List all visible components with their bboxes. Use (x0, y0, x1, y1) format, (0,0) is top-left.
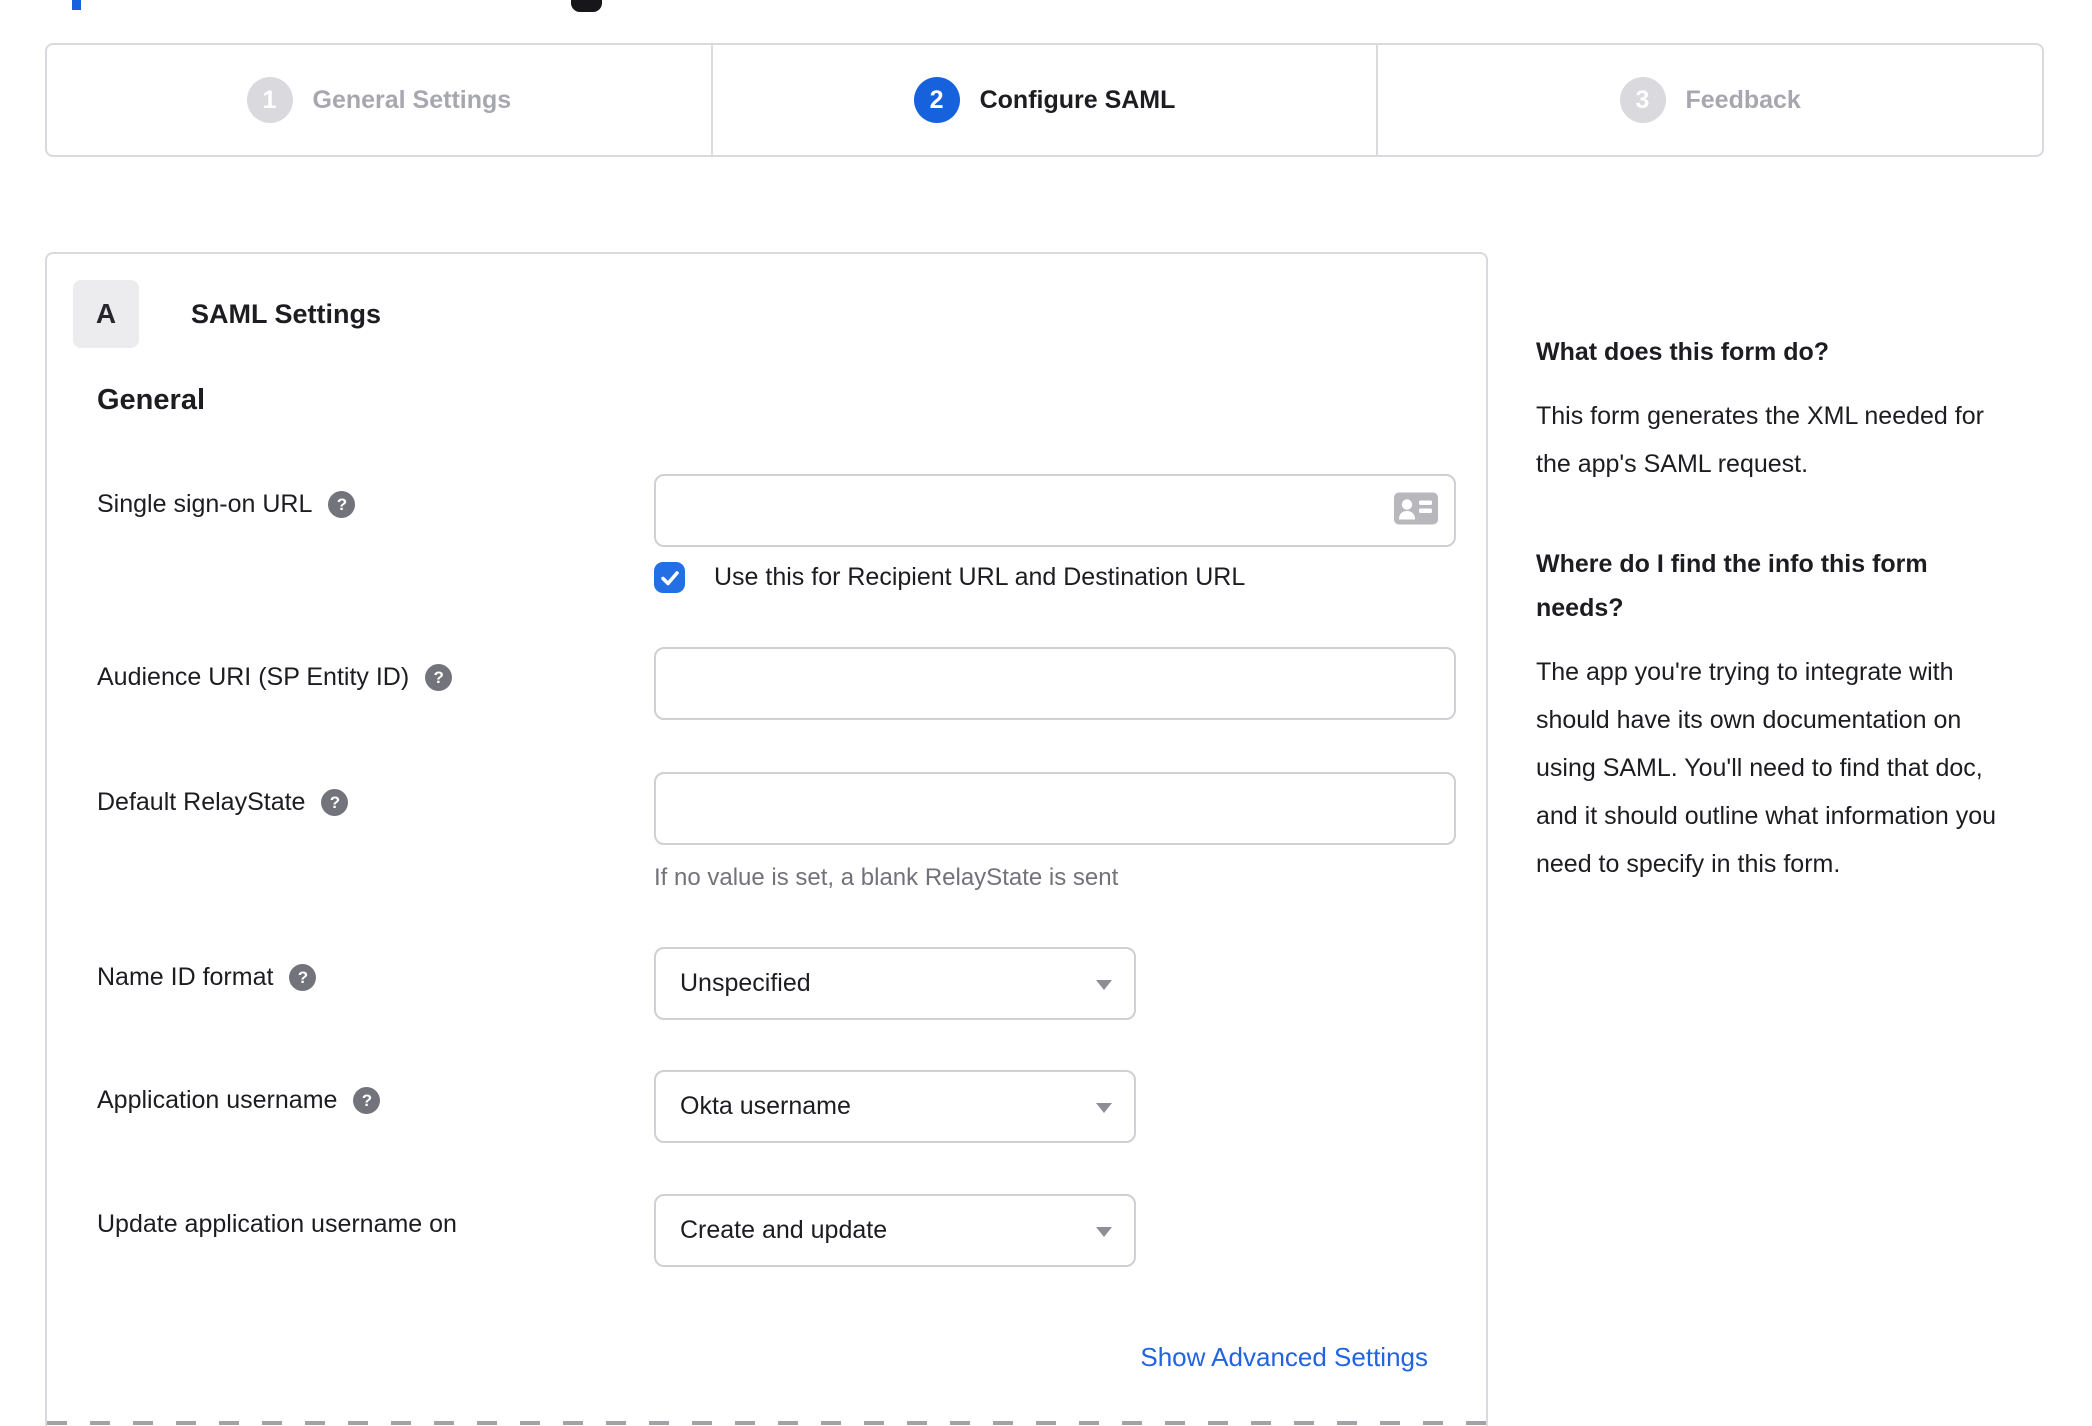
field-row-sso-url: Single sign-on URL ? Use this for Recipi… (97, 474, 1456, 593)
update-app-username-label: Update application username on (97, 1210, 457, 1238)
wizard-step-bar: 1 General Settings 2 Configure SAML 3 Fe… (45, 43, 2044, 157)
step-label: Configure SAML (979, 85, 1176, 114)
update-app-username-select[interactable]: Create and update (654, 1194, 1136, 1267)
relaystate-hint-text: If no value is set, a blank RelayState i… (654, 864, 1119, 891)
saml-wizard-page: 1 General Settings 2 Configure SAML 3 Fe… (0, 0, 2092, 1426)
section-title: SAML Settings (191, 298, 382, 329)
audience-uri-input[interactable] (654, 647, 1456, 720)
field-row-default-relaystate: Default RelayState ? If no value is set,… (97, 772, 1456, 892)
audience-uri-label: Audience URI (SP Entity ID) (97, 663, 410, 691)
field-row-update-app-username: Update application username on Create an… (97, 1194, 1450, 1267)
section-dashed-divider (47, 1421, 1486, 1425)
step-configure-saml[interactable]: 2 Configure SAML (710, 45, 1377, 155)
chevron-down-icon (1096, 979, 1112, 990)
section-letter-badge: A (73, 280, 139, 348)
chevron-down-icon (1096, 1226, 1112, 1237)
application-username-value: Okta username (680, 1092, 851, 1120)
field-row-application-username: Application username ? Okta username (97, 1070, 1450, 1143)
help-icon[interactable]: ? (353, 1087, 381, 1114)
help-sidebar: What does this form do? This form genera… (1536, 330, 2022, 888)
default-relaystate-label: Default RelayState (97, 788, 306, 816)
step-feedback[interactable]: 3 Feedback (1376, 45, 2042, 155)
advanced-settings-row: Show Advanced Settings (1140, 1342, 1428, 1373)
sidebar-heading: What does this form do? (1536, 338, 1830, 366)
name-id-format-select[interactable]: Unspecified (654, 947, 1136, 1020)
general-group-heading: General (97, 384, 205, 416)
sidebar-section-what: What does this form do? This form genera… (1536, 330, 2022, 488)
step-number-badge: 2 (913, 77, 960, 123)
panel-header: A SAML Settings (73, 280, 381, 348)
step-number-badge: 3 (1619, 77, 1666, 123)
sso-url-input[interactable] (654, 474, 1456, 547)
name-id-format-value: Unspecified (680, 969, 811, 997)
update-app-username-value: Create and update (680, 1216, 888, 1244)
step-number-badge: 1 (246, 77, 293, 123)
sidebar-body-text: The app you're trying to integrate with … (1536, 658, 1997, 878)
help-icon[interactable]: ? (321, 789, 349, 816)
default-relaystate-input[interactable] (654, 772, 1456, 845)
field-row-audience-uri: Audience URI (SP Entity ID) ? (97, 647, 1456, 720)
recipient-url-checkbox-label: Use this for Recipient URL and Destinati… (714, 563, 1246, 591)
help-icon[interactable]: ? (328, 491, 356, 518)
checkmark-icon (660, 570, 679, 585)
help-icon[interactable]: ? (425, 664, 453, 691)
sso-url-label: Single sign-on URL (97, 490, 313, 518)
recipient-url-checkbox[interactable] (654, 562, 685, 593)
step-label: Feedback (1685, 85, 1801, 114)
application-username-label: Application username (97, 1086, 338, 1114)
sidebar-heading: Where do I find the info this form needs… (1536, 550, 1928, 622)
chevron-down-icon (1096, 1102, 1112, 1113)
show-advanced-settings-link[interactable]: Show Advanced Settings (1140, 1342, 1428, 1372)
step-label: General Settings (312, 85, 512, 114)
cropped-blue-fragment (72, 0, 81, 10)
help-icon[interactable]: ? (289, 964, 317, 991)
sidebar-body-text: This form generates the XML needed for t… (1536, 402, 1984, 478)
saml-settings-panel: A SAML Settings General Single sign-on U… (45, 252, 1488, 1426)
application-username-select[interactable]: Okta username (654, 1070, 1136, 1143)
sidebar-section-where: Where do I find the info this form needs… (1536, 542, 2022, 888)
name-id-format-label: Name ID format (97, 963, 274, 991)
field-row-name-id-format: Name ID format ? Unspecified (97, 947, 1450, 1020)
step-general-settings[interactable]: 1 General Settings (47, 45, 711, 155)
cropped-app-logo-fragment (571, 0, 602, 12)
